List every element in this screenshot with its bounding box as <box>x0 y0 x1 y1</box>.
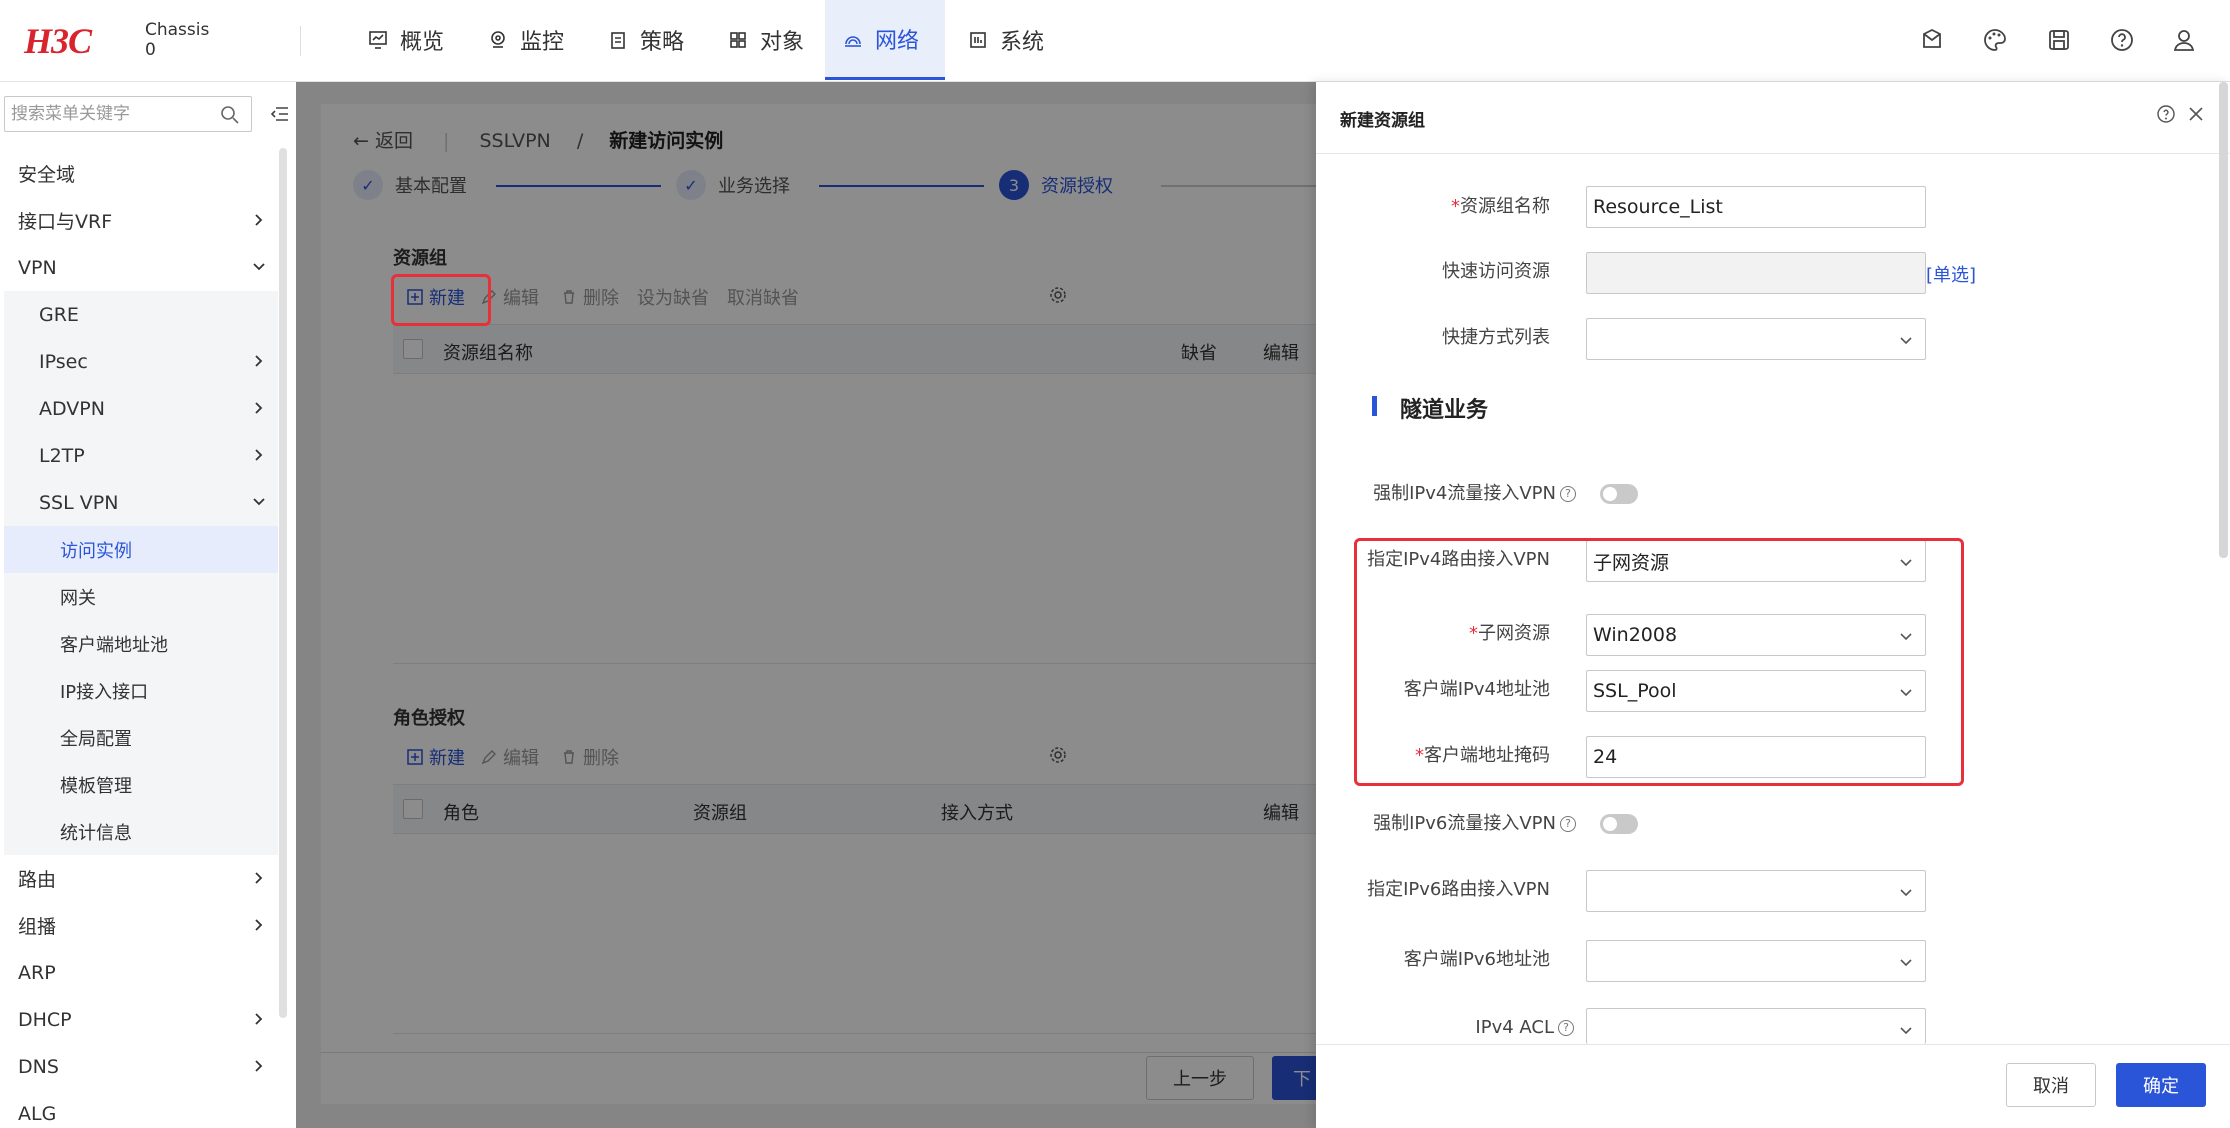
chassis-label: Chassis 0 <box>145 20 210 60</box>
sidebar-item-ip-access-interface[interactable]: IP接入接口 <box>4 667 278 714</box>
ipv4-acl-label: IPv4 ACL? <box>1316 1018 1574 1038</box>
client-ipv6-pool-select[interactable] <box>1586 940 1926 982</box>
drawer-header: 新建资源组 <box>1316 82 2230 154</box>
sidebar-item-statistics[interactable]: 统计信息 <box>4 808 278 855</box>
chevron-right-icon <box>255 1013 263 1025</box>
sidebar-item-gre[interactable]: GRE <box>4 291 278 338</box>
location-icon <box>491 31 505 48</box>
chevron-right-icon <box>255 919 263 931</box>
shortcut-list-select[interactable] <box>1586 318 1926 360</box>
chevron-right-icon <box>255 402 263 414</box>
help-icon[interactable]: ? <box>1558 1020 1574 1036</box>
highlight-new-button <box>391 274 491 326</box>
chevron-right-icon <box>255 214 263 226</box>
clipboard-icon <box>611 32 625 49</box>
sidebar-item-alg[interactable]: ALG <box>4 1090 278 1128</box>
force-ipv4-toggle[interactable] <box>1600 484 1638 504</box>
sidebar: 搜索菜单关键字 安全域 接口与VRF VPN GRE IPsec ADVPN L… <box>0 82 296 1128</box>
sidebar-item-access-instance[interactable]: 访问实例 <box>4 526 278 573</box>
force-ipv4-label: 强制IPv4流量接入VPN? <box>1316 484 1576 504</box>
sidebar-item-arp[interactable]: ARP <box>4 949 278 996</box>
sidebar-item-routing[interactable]: 路由 <box>4 855 278 902</box>
sidebar-item-ipsec[interactable]: IPsec <box>4 338 278 385</box>
chevron-down-icon <box>1900 1027 1912 1035</box>
grid-icon <box>730 32 746 48</box>
help-icon[interactable]: ? <box>1560 486 1576 502</box>
quick-access-input[interactable] <box>1586 252 1926 294</box>
sidebar-item-advpn[interactable]: ADVPN <box>4 385 278 432</box>
sidebar-scrollbar[interactable] <box>279 148 287 1018</box>
name-label: *资源组名称 <box>1451 196 1550 217</box>
chevron-down-icon <box>1900 959 1912 967</box>
chevron-down-icon <box>1900 889 1912 897</box>
sidebar-item-dhcp[interactable]: DHCP <box>4 996 278 1043</box>
close-icon[interactable] <box>2188 106 2204 122</box>
menu-search-input[interactable]: 搜索菜单关键字 <box>4 96 252 132</box>
sidebar-item-interface-vrf[interactable]: 接口与VRF <box>4 197 278 244</box>
sidebar-item-multicast[interactable]: 组播 <box>4 902 278 949</box>
help-icon[interactable] <box>2108 26 2136 54</box>
save-icon[interactable] <box>2045 26 2073 54</box>
chevron-right-icon <box>255 872 263 884</box>
chevron-down-icon <box>253 498 265 506</box>
search-icon[interactable] <box>220 105 240 125</box>
divider <box>300 26 301 56</box>
palette-icon[interactable] <box>1981 26 2009 54</box>
modal-overlay[interactable] <box>296 82 1316 1128</box>
chevron-right-icon <box>255 1060 263 1072</box>
sidebar-item-l2tp[interactable]: L2TP <box>4 432 278 479</box>
collapse-menu-icon[interactable] <box>270 104 290 124</box>
user-icon[interactable] <box>2170 26 2198 54</box>
mail-icon[interactable] <box>1918 26 1946 54</box>
nav-monitor[interactable]: 监控 <box>470 0 582 80</box>
force-ipv6-label: 强制IPv6流量接入VPN? <box>1316 814 1576 834</box>
chevron-right-icon <box>255 355 263 367</box>
drawer-scrollbar[interactable] <box>2219 82 2228 558</box>
quick-access-label: 快速访问资源 <box>1442 261 1550 282</box>
chevron-right-icon <box>255 449 263 461</box>
h3c-logo: H3C <box>24 21 92 61</box>
route-ipv6-select[interactable] <box>1586 870 1926 912</box>
tunnel-section-title: 隧道业务 <box>1400 398 1489 423</box>
monitor-icon <box>369 31 387 49</box>
help-icon[interactable]: ? <box>1560 816 1576 832</box>
client-ipv6-pool-label: 客户端IPv6地址池 <box>1403 949 1550 970</box>
force-ipv6-toggle[interactable] <box>1600 814 1638 834</box>
sidebar-item-security-zone[interactable]: 安全域 <box>4 150 278 197</box>
nav-overview[interactable]: 概览 <box>350 0 462 80</box>
nav-system[interactable]: 系统 <box>950 0 1062 80</box>
sidebar-item-ssl-vpn[interactable]: SSL VPN <box>4 479 278 526</box>
single-select-link[interactable]: [单选] <box>1926 261 1976 287</box>
system-icon <box>970 32 986 48</box>
chevron-down-icon <box>1900 337 1912 345</box>
sidebar-item-vpn[interactable]: VPN <box>4 244 278 291</box>
nav-network[interactable]: 网络 <box>825 0 945 80</box>
chevron-down-icon <box>253 263 265 271</box>
nav-policy[interactable]: 策略 <box>590 0 702 80</box>
section-marker <box>1372 396 1377 416</box>
resource-group-name-input[interactable]: Resource_List <box>1586 186 1926 228</box>
sidebar-item-global-config[interactable]: 全局配置 <box>4 714 278 761</box>
sidebar-item-dns[interactable]: DNS <box>4 1043 278 1090</box>
nav-object[interactable]: 对象 <box>710 0 822 80</box>
top-bar: H3C Chassis 0 概览 监控 策略 对象 网络 系统 <box>0 0 2230 82</box>
highlight-ipv4-settings <box>1354 538 1964 786</box>
sidebar-item-client-pool[interactable]: 客户端地址池 <box>4 620 278 667</box>
network-icon <box>845 35 861 47</box>
sidebar-item-gateway[interactable]: 网关 <box>4 573 278 620</box>
drawer-footer: 取消 确定 <box>1316 1044 2230 1128</box>
cancel-button[interactable]: 取消 <box>2006 1063 2096 1107</box>
new-resource-group-drawer: 新建资源组 *资源组名称 Resource_List 快速访问资源 [单选] 快… <box>1316 82 2230 1128</box>
sidebar-item-template-mgmt[interactable]: 模板管理 <box>4 761 278 808</box>
route-ipv6-label: 指定IPv6路由接入VPN <box>1367 879 1550 900</box>
ipv4-acl-select[interactable] <box>1586 1008 1926 1044</box>
confirm-button[interactable]: 确定 <box>2116 1063 2206 1107</box>
shortcut-list-label: 快捷方式列表 <box>1442 327 1550 348</box>
help-icon[interactable] <box>2156 104 2176 124</box>
drawer-title: 新建资源组 <box>1340 111 1425 131</box>
